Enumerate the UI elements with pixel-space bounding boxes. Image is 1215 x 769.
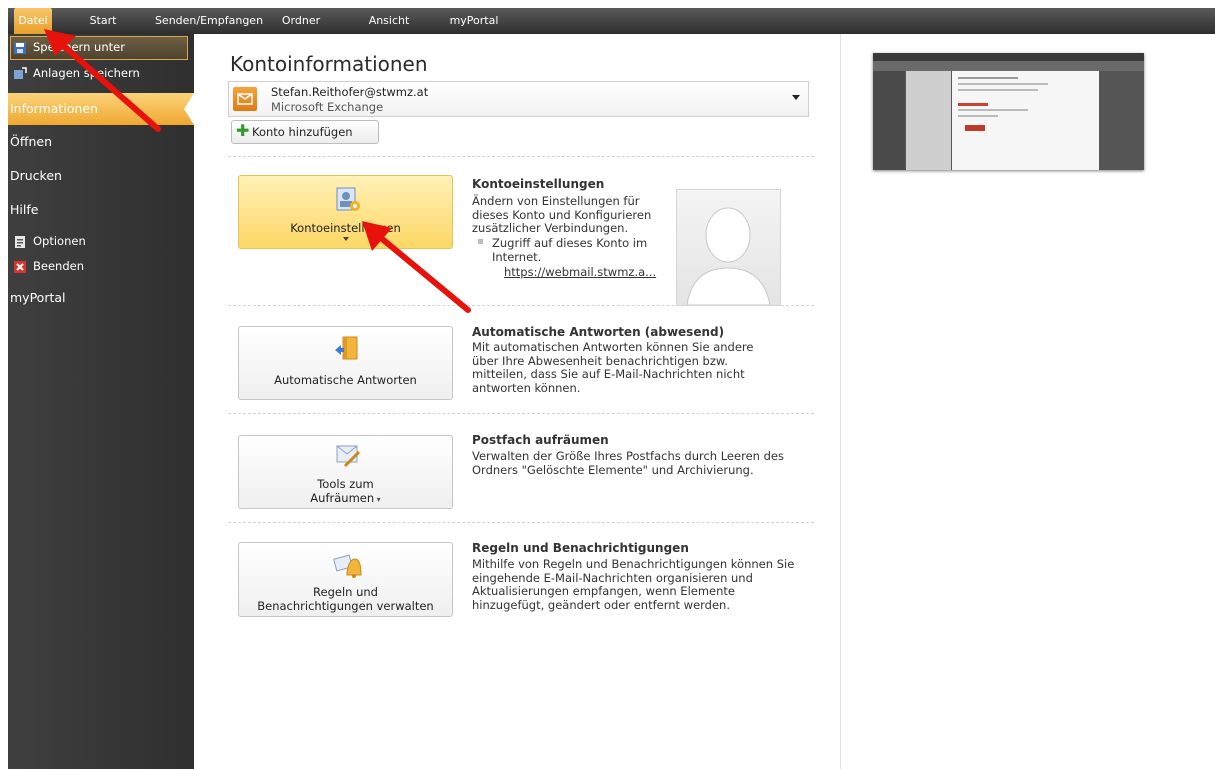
section-description: Verwalten der Größe Ihres Postfachs durc… [472,449,784,477]
automatic-replies-button[interactable]: Automatische Antworten [238,326,453,400]
account-settings-label: Kontoeinstellungen [290,221,401,235]
add-account-label: Konto hinzufügen [252,125,353,139]
divider [228,522,814,523]
mailbox-cleanup-icon [336,445,361,468]
vertical-divider [840,34,841,769]
nav-item-label: myPortal [10,290,66,305]
account-settings-icon [336,187,360,211]
tab-senden-empfangen[interactable]: Senden/Empfangen [146,8,272,34]
plus-icon: ✚ [236,121,250,140]
account-type: Microsoft Exchange [271,100,384,114]
nav-item-label: Drucken [10,168,62,183]
nav-item-myportal[interactable]: myPortal [8,290,194,308]
cleanup-tools-button[interactable]: Tools zum Aufräumen ▾ [238,435,453,509]
divider [228,305,814,306]
nav-item-informationen[interactable]: Informationen [8,101,194,119]
nav-item-oeffnen[interactable]: Öffnen [8,134,194,152]
cleanup-tools-label-line2: Aufräumen ▾ [310,491,381,505]
options-icon [15,236,25,248]
exchange-account-icon [233,87,257,111]
nav-item-label: Öffnen [10,134,52,149]
ribbon-tab-bar: Datei Start Senden/Empfangen Ordner Ansi… [8,8,1215,34]
nav-item-anlagen-speichern[interactable]: Anlagen speichern [8,66,194,84]
save-attachments-icon [14,67,27,79]
rules-alerts-label-line1: Regeln und [313,585,378,599]
cleanup-tools-label-line1: Tools zum [317,477,374,491]
section-heading: Automatische Antworten (abwesend) [472,325,725,339]
divider [228,413,814,414]
webmail-link[interactable]: https://webmail.stwmz.a... [504,265,656,279]
nav-item-label: Speichern unter [33,40,125,54]
avatar-placeholder [676,189,781,306]
tab-datei[interactable]: Datei [14,8,52,34]
tab-start[interactable]: Start [78,8,128,34]
backstage-nav: Speichern unter Anlagen speichern Inform… [8,34,194,769]
automatic-replies-label: Automatische Antworten [274,373,417,387]
section-heading: Regeln und Benachrichtigungen [472,541,689,555]
nav-item-speichern-unter[interactable]: Speichern unter [8,40,194,58]
nav-item-label: Optionen [33,234,86,248]
save-as-icon [14,42,26,54]
section-description: Ändern von Einstellungen für dieses Kont… [472,194,652,235]
user-silhouette-icon [686,207,771,305]
nav-item-label: Anlagen speichern [33,66,140,80]
nav-item-label: Informationen [10,101,98,116]
page-title: Kontoinformationen [230,52,428,76]
nav-item-drucken[interactable]: Drucken [8,168,194,186]
section-description: Mithilfe von Regeln und Benachrichtigung… [472,557,795,612]
rules-alerts-button[interactable]: Regeln und Benachrichtigungen verwalten [238,542,453,617]
divider [228,156,814,157]
nav-item-label: Hilfe [10,202,39,217]
automatic-replies-icon [335,336,358,360]
tab-ordner[interactable]: Ordner [274,8,328,34]
backstage-content: Kontoinformationen Stefan.Reithofer@stwm… [194,34,1215,769]
bullet [478,239,483,244]
tab-myportal[interactable]: myPortal [444,8,504,34]
rules-alerts-label-line2: Benachrichtigungen verwalten [257,599,434,613]
tab-ansicht[interactable]: Ansicht [364,8,414,34]
nav-item-beenden[interactable]: Beenden [8,259,194,277]
nav-item-hilfe[interactable]: Hilfe [8,202,194,220]
webmail-description: Zugriff auf dieses Konto im Internet. [492,236,648,264]
section-heading: Kontoeinstellungen [472,177,605,191]
outlook-window-preview [873,53,1144,170]
nav-item-label: Beenden [33,259,84,273]
exit-icon [14,261,26,273]
outlook-preview-thumbnail [873,53,1144,170]
account-selector[interactable]: Stefan.Reithofer@stwmz.at Microsoft Exch… [228,81,809,117]
section-description: Mit automatischen Antworten können Sie a… [472,340,754,395]
chevron-down-icon [343,237,349,241]
chevron-down-icon[interactable] [792,95,800,100]
add-account-button[interactable]: ✚ Konto hinzufügen [231,120,379,144]
nav-item-optionen[interactable]: Optionen [8,234,194,252]
section-heading: Postfach aufräumen [472,433,609,447]
rules-alerts-icon [333,554,362,578]
account-email: Stefan.Reithofer@stwmz.at [271,85,429,99]
account-settings-button[interactable]: Kontoeinstellungen [238,175,453,249]
